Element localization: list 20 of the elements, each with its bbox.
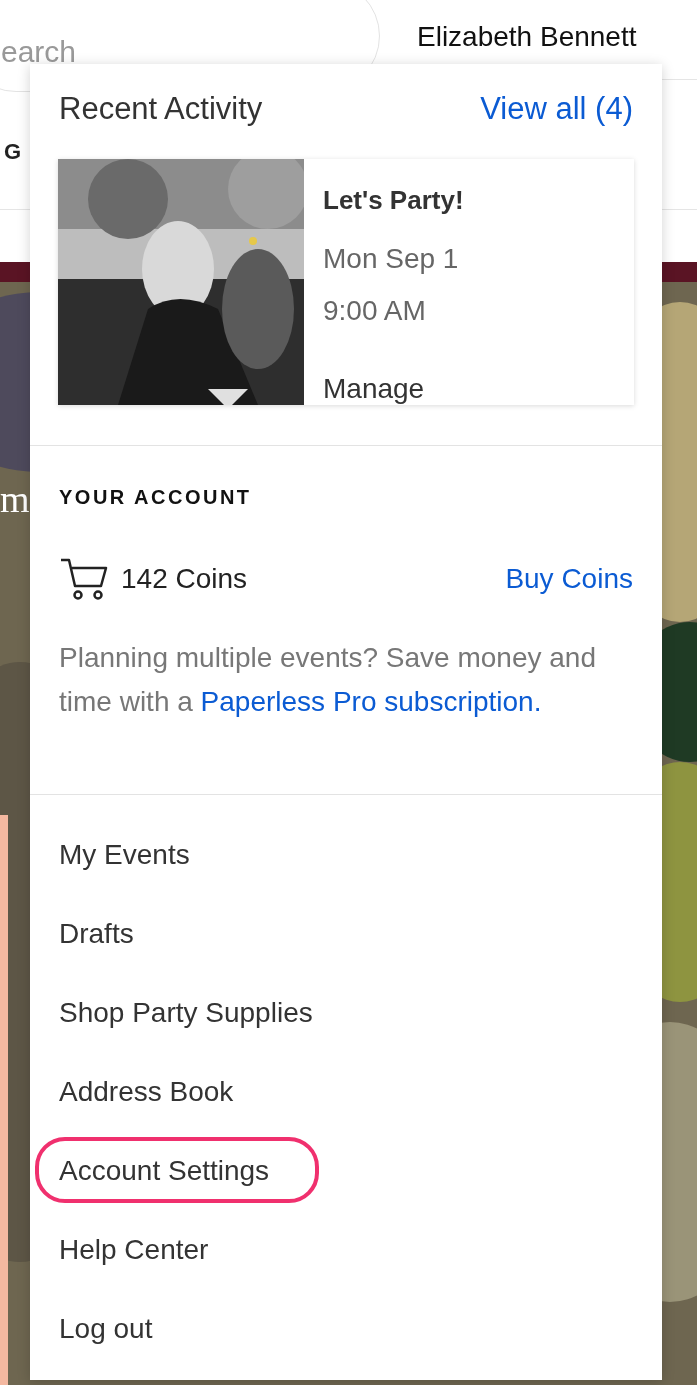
menu-item[interactable]: Drafts	[59, 917, 134, 949]
menu-item[interactable]: My Events	[59, 838, 190, 870]
menu-item[interactable]: Account Settings	[59, 1154, 270, 1186]
user-name[interactable]: Elizabeth Bennett	[417, 16, 637, 58]
menu-item[interactable]: Address Book	[59, 1075, 234, 1107]
subscription-link[interactable]: Paperless Pro subscription.	[200, 685, 542, 717]
view-all-link[interactable]: View all (4)	[480, 86, 633, 133]
event-date: Mon Sep 1	[323, 241, 460, 276]
menu-item[interactable]: Help Center	[59, 1233, 209, 1265]
nav-link[interactable]: G	[4, 135, 24, 168]
coin-balance: 142 Coins	[121, 561, 248, 596]
event-time: 9:00 AM	[323, 293, 427, 328]
promo-text: Planning multiple events? Save money and time with a Paperless Pro subscription.	[59, 640, 597, 719]
menu-item[interactable]: Log out	[59, 1312, 153, 1344]
section-title: Recent Activity	[59, 90, 263, 128]
event-title: Let's Party!	[323, 183, 464, 217]
hero-heading: m	[0, 480, 30, 518]
menu-item[interactable]: Shop Party Supplies	[59, 996, 313, 1028]
section-heading: YOUR ACCOUNT	[59, 484, 253, 510]
buy-coins-link[interactable]: Buy Coins	[505, 557, 633, 600]
